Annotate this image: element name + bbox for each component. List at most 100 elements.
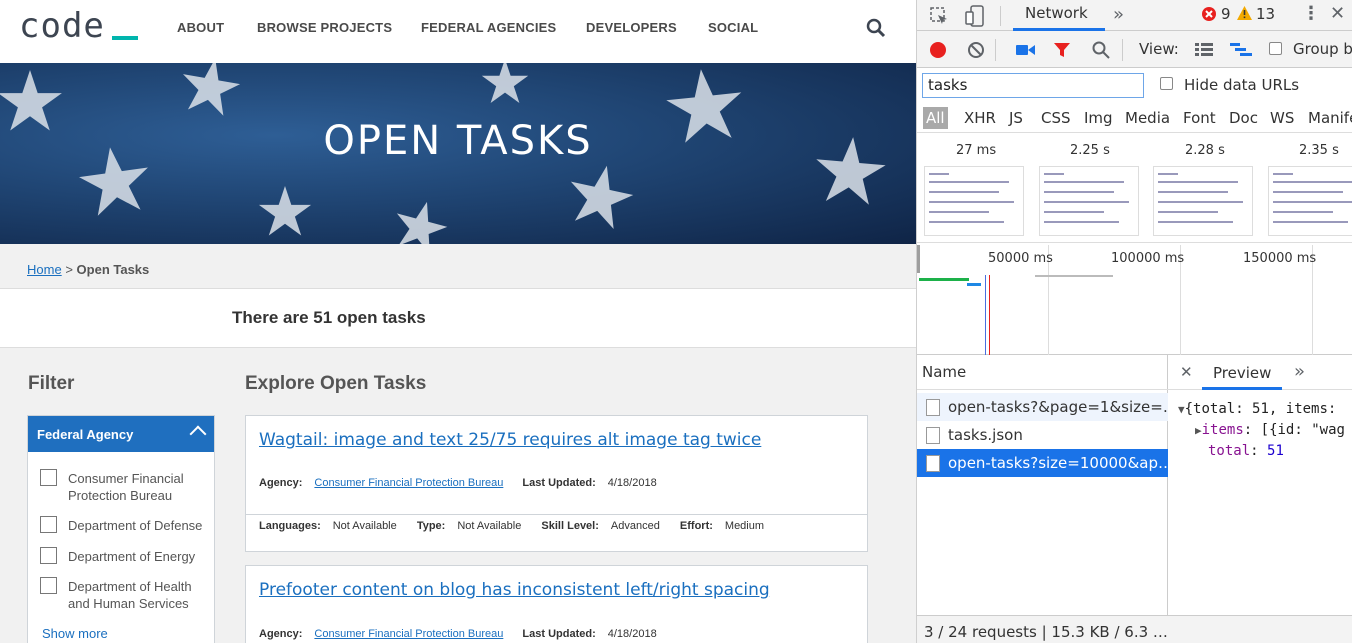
- frame-thumbnail[interactable]: [1153, 166, 1253, 236]
- tab-preview[interactable]: Preview: [1213, 364, 1271, 382]
- tab-network[interactable]: Network: [1025, 4, 1088, 22]
- nav-about[interactable]: ABOUT: [177, 20, 224, 35]
- record-icon[interactable]: [929, 41, 947, 59]
- group-by-checkbox[interactable]: [1269, 42, 1282, 55]
- more-tabs-icon[interactable]: »: [1294, 361, 1305, 382]
- search-icon[interactable]: [866, 18, 886, 38]
- filter-icon[interactable]: [1053, 41, 1071, 59]
- filter-input[interactable]: tasks: [922, 73, 1144, 98]
- task-card: Wagtail: image and text 25/75 requires a…: [245, 415, 868, 552]
- checkbox[interactable]: [40, 469, 57, 486]
- error-count[interactable]: 9: [1221, 5, 1231, 23]
- nav-developers[interactable]: DEVELOPERS: [586, 20, 677, 35]
- json-items-row[interactable]: ▶items: [{id: "wag: [1195, 422, 1345, 438]
- json-root-row[interactable]: ▼{total: 51, items:: [1178, 401, 1336, 417]
- type-filter-manifest[interactable]: Manife: [1308, 109, 1352, 127]
- view-label: View:: [1139, 40, 1179, 58]
- json-total-row[interactable]: total: 51: [1208, 443, 1284, 459]
- name-column-header[interactable]: Name: [917, 355, 1168, 390]
- agency-link[interactable]: Consumer Financial Protection Bureau: [314, 477, 503, 489]
- devtools-tabbar: Network » 9 13 ⋮ ✕: [917, 0, 1352, 31]
- active-tab-indicator: [1202, 387, 1282, 390]
- screenshot-video-icon[interactable]: [1016, 43, 1036, 57]
- timeline-handle[interactable]: [917, 245, 920, 273]
- request-name: open-tasks?&page=1&size=…: [948, 398, 1168, 416]
- load-marker: [989, 275, 990, 355]
- hide-data-urls-label: Hide data URLs: [1184, 76, 1300, 94]
- detail-tabbar: ✕ Preview »: [1168, 355, 1352, 390]
- task-title-link[interactable]: Prefooter content on blog has inconsiste…: [259, 580, 770, 600]
- filmstrip: 27 ms 2.25 s 2.28 s 2.35 s: [917, 133, 1352, 243]
- file-icon: [926, 399, 940, 416]
- logo-cursor-bar: [112, 36, 138, 40]
- warning-icon[interactable]: [1237, 6, 1252, 20]
- timeline-label: 150000 ms: [1243, 251, 1317, 266]
- agency-link[interactable]: Consumer Financial Protection Bureau: [314, 628, 503, 640]
- breadcrumb-home-link[interactable]: Home: [27, 262, 62, 277]
- group-by-label: Group by: [1293, 40, 1352, 58]
- request-row[interactable]: open-tasks?&page=1&size=…: [917, 393, 1168, 421]
- breadcrumb-current: Open Tasks: [76, 262, 150, 277]
- timeline-bar: [1035, 275, 1113, 277]
- divider: [995, 39, 996, 61]
- type-filter-doc[interactable]: Doc: [1229, 109, 1258, 127]
- nav-browse-projects[interactable]: BROWSE PROJECTS: [257, 20, 392, 35]
- dom-content-loaded-marker: [985, 275, 986, 355]
- nav-social[interactable]: SOCIAL: [708, 20, 758, 35]
- checkbox[interactable]: [40, 516, 57, 533]
- timeline-label: 50000 ms: [988, 251, 1053, 266]
- show-more-link[interactable]: Show more: [42, 626, 108, 641]
- updated-label: Last Updated:: [522, 477, 596, 489]
- frame-time: 2.28 s: [1185, 143, 1225, 158]
- type-filter-media[interactable]: Media: [1125, 109, 1170, 127]
- skill-value: Advanced: [610, 520, 660, 532]
- devtools-pane: Network » 9 13 ⋮ ✕ View: Group by tasks …: [916, 0, 1352, 643]
- type-label: Type:: [416, 520, 446, 532]
- filter-option-label: Consumer Financial Protection Bureau: [68, 471, 184, 503]
- request-name: open-tasks?size=10000&ap…: [948, 454, 1168, 472]
- type-filter-font[interactable]: Font: [1183, 109, 1216, 127]
- frame-thumbnail[interactable]: [1268, 166, 1352, 236]
- hide-data-urls-checkbox[interactable]: [1160, 77, 1173, 90]
- waterfall-icon[interactable]: [1230, 42, 1252, 58]
- checkbox[interactable]: [40, 547, 57, 564]
- request-row-selected[interactable]: open-tasks?size=10000&ap…: [917, 449, 1168, 477]
- effort-value: Medium: [724, 520, 765, 532]
- filter-option-label: Department of Health and Human Services: [68, 579, 192, 611]
- frame-time: 27 ms: [956, 143, 997, 158]
- type-filter-all[interactable]: All: [923, 107, 948, 129]
- type-filter-css[interactable]: CSS: [1041, 109, 1071, 127]
- close-icon[interactable]: ✕: [1330, 3, 1345, 24]
- filter-option-label: Department of Defense: [68, 518, 203, 533]
- type-filter-xhr[interactable]: XHR: [964, 109, 996, 127]
- type-filter-ws[interactable]: WS: [1270, 109, 1294, 127]
- search-icon[interactable]: [1092, 41, 1110, 59]
- checkbox[interactable]: [40, 577, 57, 594]
- large-rows-icon[interactable]: [1195, 42, 1213, 58]
- filter-option-label: Department of Energy: [68, 549, 196, 564]
- breadcrumb-separator: >: [65, 262, 73, 277]
- kebab-menu-icon[interactable]: ⋮: [1302, 3, 1320, 24]
- filter-section-header[interactable]: Federal Agency: [28, 416, 214, 452]
- json-key: items: [1201, 422, 1244, 438]
- inspect-element-icon[interactable]: [929, 6, 949, 26]
- clear-icon[interactable]: [967, 41, 985, 59]
- frame-thumbnail[interactable]: [1039, 166, 1139, 236]
- network-overview-timeline[interactable]: 50000 ms 100000 ms 150000 ms: [917, 245, 1352, 355]
- task-title-link[interactable]: Wagtail: image and text 25/75 requires a…: [259, 430, 761, 450]
- close-icon[interactable]: ✕: [1180, 363, 1193, 381]
- warning-count[interactable]: 13: [1256, 5, 1275, 23]
- frame-thumbnail[interactable]: [924, 166, 1024, 236]
- request-row[interactable]: tasks.json: [917, 421, 1168, 449]
- type-filter-img[interactable]: Img: [1084, 109, 1113, 127]
- device-toolbar-icon[interactable]: [965, 5, 985, 27]
- site-logo[interactable]: code: [19, 6, 105, 46]
- file-icon: [926, 455, 940, 472]
- nav-federal-agencies[interactable]: FEDERAL AGENCIES: [421, 20, 556, 35]
- file-icon: [926, 427, 940, 444]
- error-icon[interactable]: [1202, 7, 1216, 21]
- type-filter-js[interactable]: JS: [1009, 109, 1023, 127]
- more-tabs-icon[interactable]: »: [1113, 4, 1124, 25]
- site-header: code ABOUT BROWSE PROJECTS FEDERAL AGENC…: [0, 0, 916, 63]
- chevron-up-icon[interactable]: [189, 425, 207, 443]
